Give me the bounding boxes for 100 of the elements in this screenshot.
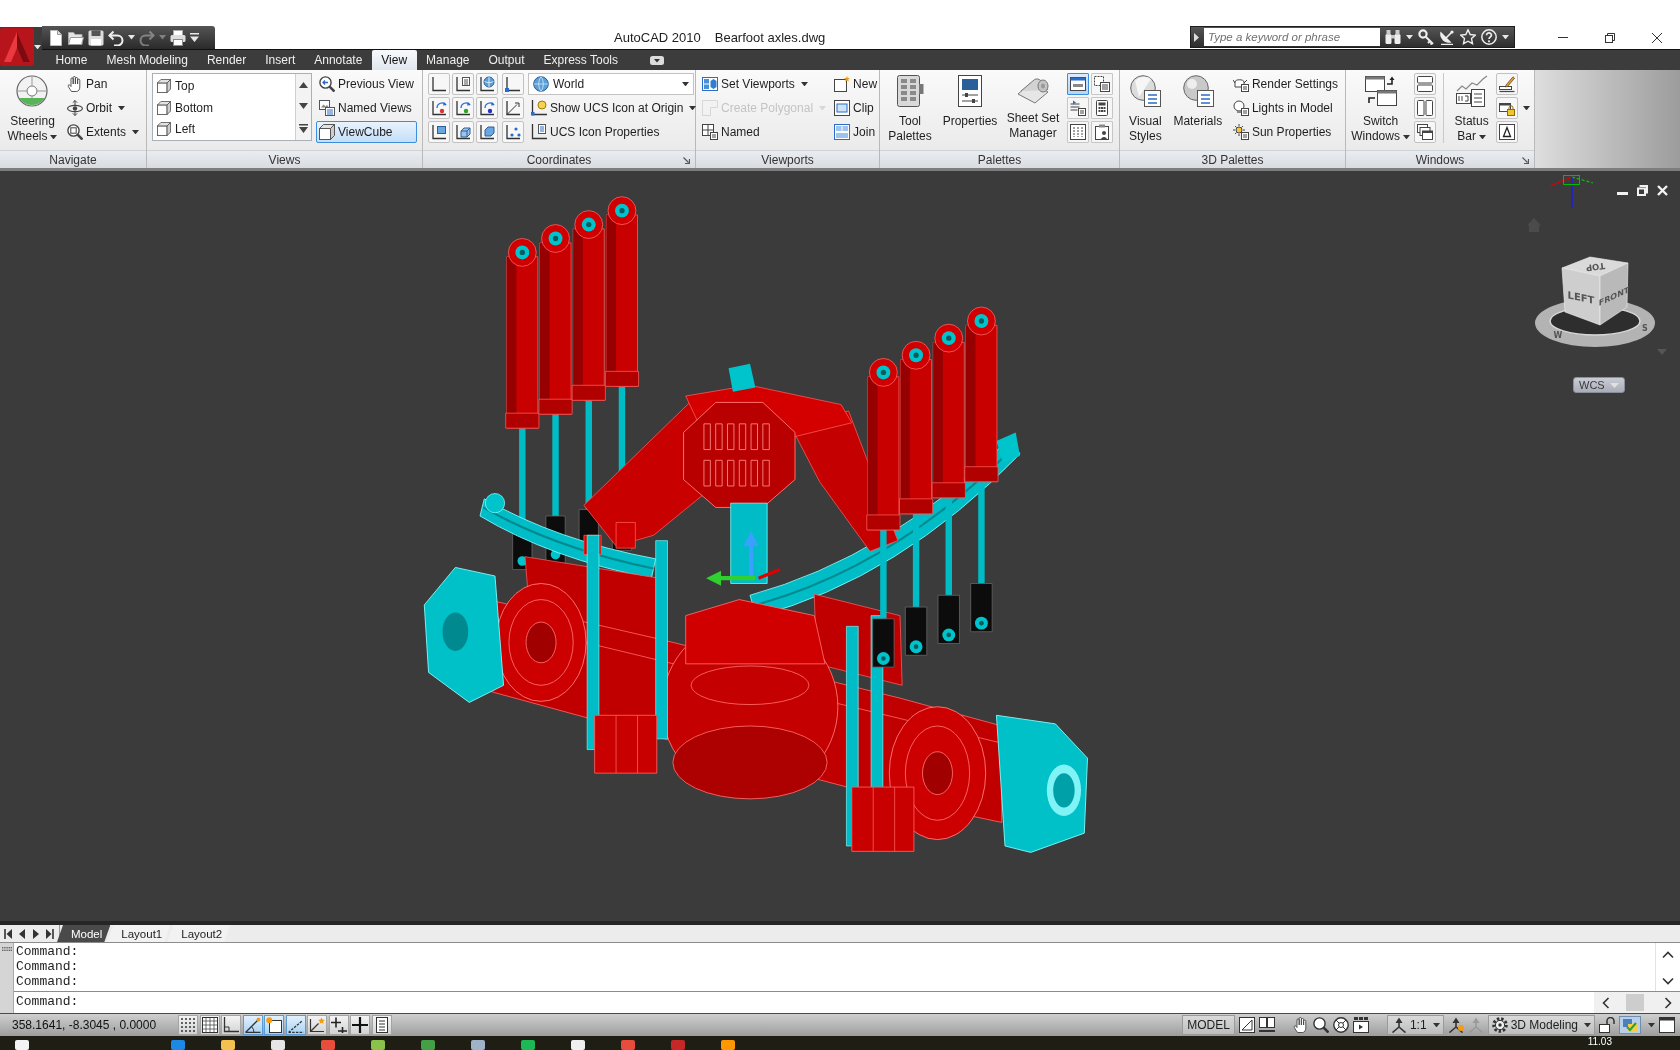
snap-mode-button[interactable] — [178, 1015, 198, 1035]
expand-list-icon[interactable] — [299, 123, 308, 133]
ribbon-tab[interactable]: Render — [197, 50, 256, 70]
taskbar-app-icon[interactable] — [720, 1040, 736, 1050]
next-icon[interactable] — [32, 928, 40, 939]
toolbar-menu-icon[interactable] — [190, 33, 199, 42]
view-list-item[interactable]: Top — [153, 75, 295, 97]
stacked-windows-icon[interactable] — [1414, 73, 1437, 95]
pan-button[interactable]: Pan — [63, 73, 142, 95]
restore-icon[interactable] — [1637, 185, 1648, 196]
axes-icon[interactable] — [452, 121, 474, 143]
key-icon[interactable] — [1418, 29, 1434, 45]
ortho-mode-button[interactable] — [221, 1015, 241, 1035]
taskbar-app-icon[interactable] — [570, 1040, 586, 1050]
join-button[interactable]: Join — [831, 121, 881, 143]
layout-tab[interactable]: Layout2 — [167, 925, 231, 942]
workspace-button[interactable]: 3D Modeling — [1487, 1015, 1595, 1035]
steering-wheel-icon[interactable] — [1332, 1017, 1349, 1033]
axes-icon[interactable] — [476, 97, 498, 119]
compass-letter[interactable]: W — [1553, 331, 1563, 340]
previous-icon[interactable] — [18, 928, 26, 939]
previous-view-button[interactable]: Previous View — [316, 73, 417, 95]
palette-toggle-button[interactable] — [1091, 73, 1113, 95]
cascade-windows-icon[interactable] — [1414, 121, 1437, 143]
visual-styles-button[interactable]: Visual Styles — [1125, 73, 1166, 144]
object-tracking-button[interactable] — [285, 1015, 306, 1035]
satellite-dish-icon[interactable] — [1439, 29, 1455, 45]
axes-icon[interactable] — [452, 73, 474, 95]
chevron-right-icon[interactable] — [1664, 996, 1672, 1009]
ucs-dropdown[interactable]: World — [528, 73, 694, 95]
document-icon[interactable] — [48, 29, 64, 46]
ribbon-tab[interactable]: Mesh Modeling — [97, 50, 198, 70]
zoom-icon[interactable] — [1312, 1017, 1329, 1033]
hand-icon[interactable] — [1292, 1017, 1309, 1033]
axes-icon[interactable] — [428, 97, 450, 119]
search-field[interactable]: Type a keyword or phrase — [1204, 28, 1380, 46]
compass-letter[interactable]: S — [1642, 324, 1648, 333]
first-page-icon[interactable] — [4, 928, 12, 939]
taskbar-app-icon[interactable] — [370, 1040, 386, 1050]
dynamic-ucs-button[interactable] — [307, 1015, 327, 1035]
scroll-thumb[interactable] — [1626, 994, 1644, 1011]
ribbon-tab[interactable]: Manage — [416, 50, 479, 70]
printer-icon[interactable] — [170, 29, 186, 46]
switch-windows-button[interactable]: Switch Windows — [1351, 73, 1411, 144]
steering-wheels-button[interactable]: Steering Wheels — [5, 73, 60, 144]
command-input[interactable]: Command: — [14, 992, 1594, 1013]
horizontal-scrollbar[interactable] — [1594, 992, 1680, 1013]
close-icon[interactable] — [1651, 32, 1662, 43]
chevron-up-icon[interactable] — [1662, 951, 1674, 959]
chevron-down-icon[interactable] — [1662, 977, 1674, 985]
palette-toggle-button[interactable] — [1067, 97, 1089, 119]
two-panes-icon[interactable] — [1258, 1017, 1275, 1033]
ribbon-tab[interactable]: Output — [479, 50, 534, 70]
palette-toggle-button[interactable] — [1067, 121, 1089, 143]
view-list-item[interactable]: Bottom — [153, 96, 295, 119]
expand-arrow-icon[interactable] — [1194, 32, 1199, 42]
axes-icon[interactable] — [502, 121, 524, 143]
layout-tab[interactable]: Layout1 — [107, 925, 171, 942]
caret-icon[interactable] — [1648, 1022, 1655, 1028]
folder-icon[interactable] — [68, 29, 84, 46]
model-space-button[interactable]: MODEL — [1182, 1015, 1235, 1035]
clip-button[interactable]: Clip — [831, 97, 881, 119]
ribbon-tab[interactable]: Insert — [255, 50, 305, 70]
sun-properties-button[interactable]: Sun Properties — [1229, 121, 1341, 143]
restore-icon[interactable] — [1605, 32, 1615, 43]
taskbar-app-icon[interactable] — [14, 1040, 30, 1050]
taskbar-app-icon[interactable] — [470, 1040, 486, 1050]
undo-icon[interactable] — [108, 29, 124, 46]
sheet-set-manager-button[interactable]: Sheet Set Manager — [1005, 73, 1061, 141]
ribbon-tab[interactable]: Annotate — [304, 50, 372, 70]
lineweight-button[interactable] — [350, 1015, 370, 1035]
quick-properties-button[interactable] — [371, 1015, 392, 1035]
binoculars-icon[interactable] — [1385, 29, 1401, 45]
toolbar-lock-icon[interactable] — [1496, 97, 1518, 119]
view-list-item[interactable]: Left — [153, 118, 295, 140]
ribbon-tab[interactable]: Home — [46, 50, 97, 70]
application-menu-button[interactable] — [0, 27, 42, 67]
lights-button[interactable]: Lights in Model — [1229, 97, 1341, 119]
help-icon[interactable] — [1481, 29, 1497, 45]
chevron-left-icon[interactable] — [1602, 996, 1610, 1009]
layout-icon[interactable] — [1238, 1017, 1255, 1033]
zoom-extents-button[interactable]: Extents — [63, 121, 142, 143]
dialog-launcher-icon[interactable] — [683, 157, 690, 164]
film-icon[interactable] — [1352, 1017, 1369, 1033]
ribbon-tab[interactable]: View — [371, 50, 417, 70]
properties-button[interactable]: Properties — [941, 73, 999, 129]
grid-display-button[interactable] — [199, 1015, 220, 1035]
ucs-menu-button[interactable]: WCS — [1573, 377, 1625, 393]
scroll-down-icon[interactable] — [299, 102, 308, 109]
annotation-scale-dot-icon[interactable] — [1447, 1017, 1464, 1033]
axes-icon[interactable] — [502, 73, 524, 95]
new-viewport-button[interactable]: New — [831, 73, 881, 95]
tool-palettes-button[interactable]: Tool Palettes — [885, 73, 935, 144]
axes-icon[interactable] — [428, 73, 450, 95]
layout-tab[interactable]: Model — [57, 925, 111, 942]
boxed-triangle-icon[interactable] — [1496, 121, 1518, 143]
ucs-icon-properties-button[interactable]: UCS Icon Properties — [528, 121, 700, 143]
set-viewports-button[interactable]: Set Viewports — [699, 73, 830, 95]
palette-toggle-button[interactable] — [1091, 121, 1113, 143]
taskbar-app-icon[interactable] — [520, 1040, 536, 1050]
